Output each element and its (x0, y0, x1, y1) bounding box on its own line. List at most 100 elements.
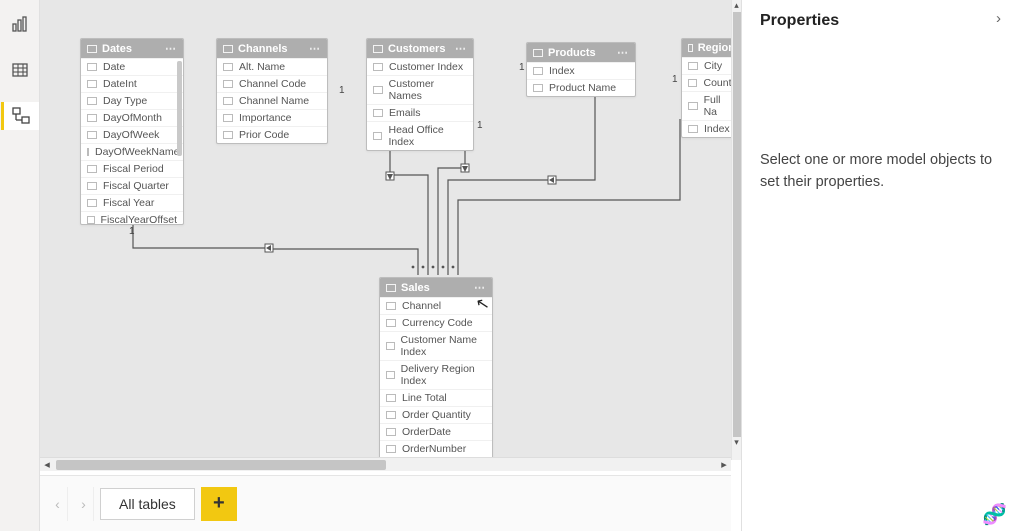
table-field[interactable]: DateInt (81, 75, 183, 92)
column-icon (533, 67, 543, 75)
table-icon (386, 284, 396, 292)
table-field[interactable]: City (682, 57, 731, 74)
table-card-customers[interactable]: Customers ⋯ Customer Index Customer Name… (366, 38, 474, 151)
scroll-left-icon[interactable]: ◂ (40, 458, 54, 471)
properties-empty-hint: Select one or more model objects to set … (760, 150, 995, 194)
table-field[interactable]: Prior Code (217, 126, 327, 143)
table-card-dates[interactable]: Dates ⋯ Date DateInt Day Type DayOfMonth… (80, 38, 184, 225)
table-field[interactable]: Fiscal Year (81, 194, 183, 211)
table-field[interactable]: Currency Code (380, 314, 492, 331)
tab-next-button[interactable]: › (74, 487, 94, 521)
table-header-regions[interactable]: Region (682, 39, 731, 57)
table-header-customers[interactable]: Customers ⋯ (367, 39, 473, 58)
table-header-dates[interactable]: Dates ⋯ (81, 39, 183, 58)
more-icon[interactable]: ⋯ (455, 42, 467, 55)
column-icon (223, 131, 233, 139)
data-view-button[interactable] (6, 56, 34, 84)
canvas-vertical-scrollbar[interactable]: ▴ ▾ (731, 0, 741, 460)
table-icon (533, 49, 543, 57)
table-field[interactable]: Date (81, 58, 183, 75)
table-field[interactable]: Customer Names (367, 75, 473, 104)
collapse-properties-button[interactable]: › (996, 10, 1001, 27)
add-tab-button[interactable]: + (201, 487, 237, 521)
cardinality-one-products: 1 (519, 62, 525, 73)
bar-chart-icon (11, 15, 29, 33)
table-field[interactable]: Countr (682, 74, 731, 91)
tab-all-tables[interactable]: All tables (100, 488, 195, 520)
cardinality-one-regions: 1 (672, 74, 678, 85)
table-field[interactable]: OrderNumber (380, 440, 492, 457)
scroll-right-icon[interactable]: ▸ (717, 458, 731, 471)
table-field[interactable]: FiscalYearOffset (81, 211, 183, 225)
table-header-sales[interactable]: Sales ⋯ (380, 278, 492, 297)
table-header-channels[interactable]: Channels ⋯ (217, 39, 327, 58)
column-icon (533, 84, 543, 92)
column-icon (688, 125, 698, 133)
column-icon (386, 302, 396, 310)
column-icon (688, 102, 698, 110)
table-header-products[interactable]: Products ⋯ (527, 43, 635, 62)
table-field[interactable]: Importance (217, 109, 327, 126)
table-field[interactable]: Channel Name (217, 92, 327, 109)
table-field[interactable]: Fiscal Period (81, 160, 183, 177)
column-icon (87, 199, 97, 207)
cardinality-one-customers: 1 (477, 120, 483, 131)
scroll-up-icon[interactable]: ▴ (732, 0, 741, 12)
table-icon (373, 45, 383, 53)
table-field[interactable]: Alt. Name (217, 58, 327, 75)
table-name-regions: Region (698, 42, 731, 54)
column-icon (386, 411, 396, 419)
table-field[interactable]: Index (527, 62, 635, 79)
scroll-thumb[interactable] (733, 12, 741, 437)
table-field[interactable]: Fiscal Quarter (81, 177, 183, 194)
model-view-button[interactable] (1, 102, 39, 130)
dna-watermark-icon: 🧬 (982, 502, 1007, 527)
table-name-products: Products (548, 47, 596, 59)
table-icon (11, 61, 29, 79)
table-field[interactable]: Emails (367, 104, 473, 121)
scroll-thumb[interactable] (56, 460, 386, 470)
table-field[interactable]: DayOfMonth (81, 109, 183, 126)
column-icon (386, 371, 395, 379)
more-icon[interactable]: ⋯ (165, 42, 177, 55)
table-field[interactable]: OrderDate (380, 423, 492, 440)
table-field[interactable]: Day Type (81, 92, 183, 109)
table-field[interactable]: DayOfWeekName (81, 143, 183, 160)
column-icon (386, 342, 395, 350)
column-icon (373, 132, 382, 140)
column-icon (373, 109, 383, 117)
table-scrollbar[interactable] (177, 61, 182, 156)
table-field[interactable]: Delivery Region Index (380, 360, 492, 389)
table-card-sales[interactable]: Sales ⋯ Channel Currency Code Customer N… (379, 277, 493, 460)
table-field[interactable]: Line Total (380, 389, 492, 406)
more-icon[interactable]: ⋯ (309, 42, 321, 55)
canvas-horizontal-scrollbar[interactable]: ◂ ▸ (40, 457, 731, 471)
table-field[interactable]: Customer Index (367, 58, 473, 75)
model-canvas[interactable]: 1 1 1 1 1 Dates ⋯ Date DateInt Day Type … (40, 0, 731, 460)
column-icon (87, 80, 97, 88)
scroll-down-icon[interactable]: ▾ (732, 437, 741, 449)
table-card-products[interactable]: Products ⋯ Index Product Name (526, 42, 636, 97)
table-field[interactable]: Order Quantity (380, 406, 492, 423)
table-field[interactable]: Index (682, 120, 731, 137)
table-field[interactable]: Product Name (527, 79, 635, 96)
column-icon (87, 97, 97, 105)
table-name-customers: Customers (388, 43, 445, 55)
table-field[interactable]: Customer Name Index (380, 331, 492, 360)
tab-prev-button[interactable]: ‹ (48, 487, 68, 521)
more-icon[interactable]: ⋯ (474, 281, 486, 294)
properties-pane: › Properties Select one or more model ob… (741, 0, 1013, 531)
table-card-regions[interactable]: Region City Countr Full Na Index (681, 38, 731, 138)
column-icon (386, 428, 396, 436)
plus-icon: + (213, 492, 225, 515)
table-field[interactable]: Head Office Index (367, 121, 473, 150)
table-field[interactable]: Channel (380, 297, 492, 314)
table-field[interactable]: Full Na (682, 91, 731, 120)
report-view-button[interactable] (6, 10, 34, 38)
cardinality-one-dates: 1 (129, 226, 135, 237)
more-icon[interactable]: ⋯ (617, 46, 629, 59)
table-card-channels[interactable]: Channels ⋯ Alt. Name Channel Code Channe… (216, 38, 328, 144)
column-icon (87, 148, 89, 156)
table-field[interactable]: Channel Code (217, 75, 327, 92)
table-field[interactable]: DayOfWeek (81, 126, 183, 143)
